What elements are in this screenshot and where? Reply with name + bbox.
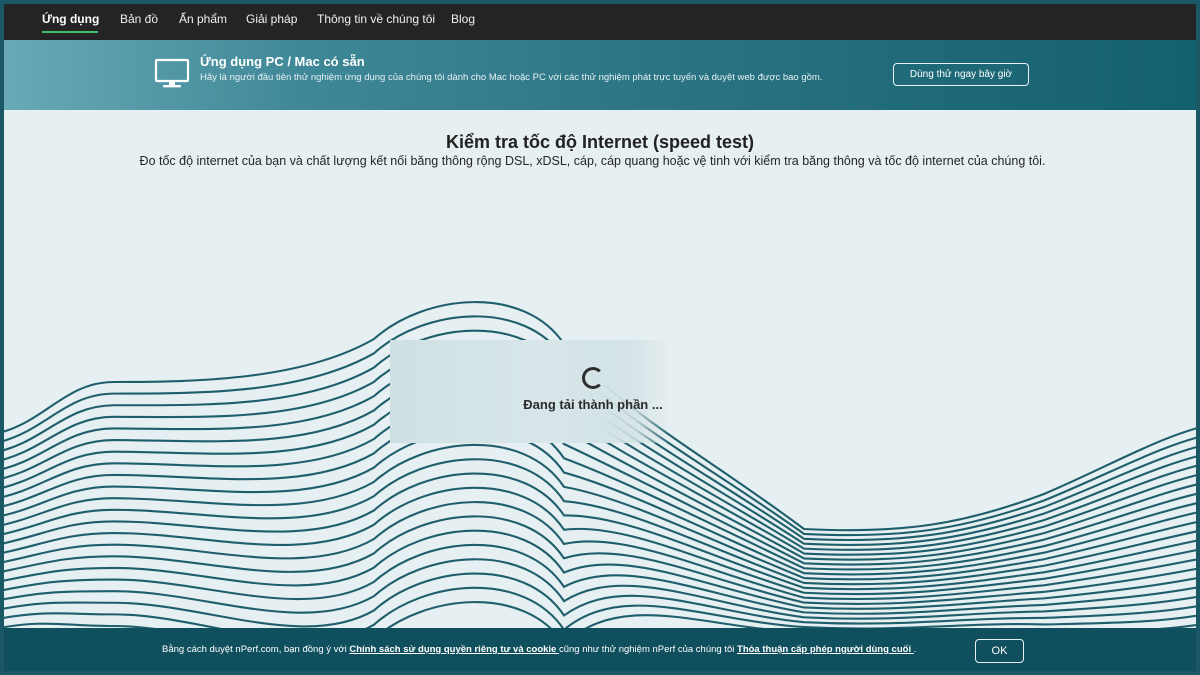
- nav-item-blog[interactable]: Blog: [451, 12, 475, 26]
- nav-item-about-us[interactable]: Thông tin về chúng tôi: [317, 12, 435, 26]
- cookie-consent-text: Bằng cách duyệt nPerf.com, bạn đồng ý vớ…: [162, 644, 916, 655]
- nav-item-map[interactable]: Bản đồ: [120, 12, 158, 26]
- cookie-text-start: Bằng cách duyệt nPerf.com, bạn đồng ý vớ…: [162, 644, 350, 655]
- cookie-consent-bar: Bằng cách duyệt nPerf.com, bạn đồng ý vớ…: [4, 628, 1196, 671]
- cookie-text-middle: cũng như thử nghiệm nPerf của chúng tôi: [558, 644, 738, 655]
- eula-link[interactable]: Thỏa thuận cấp phép người dùng cuối: [737, 644, 914, 655]
- loading-text: Đang tải thành phần ...: [523, 397, 663, 412]
- privacy-policy-link[interactable]: Chính sách sử dụng quyền riêng tư và coo…: [349, 644, 559, 655]
- loading-spinner-icon: [582, 367, 604, 389]
- banner-title: Ứng dụng PC / Mac có sẵn: [200, 54, 365, 69]
- nav-item-apps[interactable]: Ứng dụng: [42, 12, 99, 26]
- wave-line: [4, 472, 1196, 591]
- banner-description: Hãy là người đầu tiên thử nghiệm ứng dụn…: [200, 72, 823, 83]
- nav-item-solutions[interactable]: Giải pháp: [246, 12, 297, 26]
- browser-viewport: Ứng dụng Bản đồ Ấn phẩm Giải pháp Thông …: [4, 4, 1196, 671]
- nav-item-publications[interactable]: Ấn phẩm: [179, 12, 227, 26]
- decorative-waves: [4, 301, 1196, 634]
- wave-line: [4, 501, 1196, 601]
- loading-panel: [390, 340, 670, 443]
- cookie-text-end: .: [913, 644, 917, 655]
- try-now-button[interactable]: Dùng thử ngay bây giờ: [893, 63, 1029, 86]
- page-title: Kiểm tra tốc độ Internet (speed test): [445, 132, 755, 152]
- active-nav-indicator: [42, 31, 98, 33]
- page-subtitle: Đo tốc độ internet của bạn và chất lượng…: [139, 154, 1046, 168]
- top-navigation: Ứng dụng Bản đồ Ấn phẩm Giải pháp Thông …: [4, 4, 1196, 40]
- app-promo-banner: Ứng dụng PC / Mac có sẵn Hãy là người đầ…: [4, 40, 1196, 110]
- cookie-ok-button[interactable]: OK: [975, 639, 1024, 663]
- monitor-icon: [154, 58, 190, 88]
- wave-line: [4, 543, 1196, 615]
